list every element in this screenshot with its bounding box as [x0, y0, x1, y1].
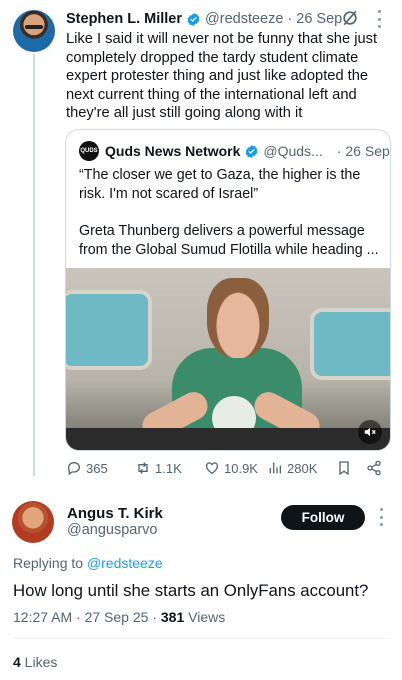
follow-button[interactable]: Follow: [281, 505, 365, 530]
reply-views-count: 381: [160, 609, 185, 625]
thread-line: [33, 54, 35, 476]
mute-icon: [364, 427, 376, 437]
retweet-action[interactable]: 1.1K: [135, 458, 182, 478]
verified-badge-icon: [245, 144, 258, 158]
author-name[interactable]: Stephen L. Miller: [66, 11, 182, 27]
reply-count: 365: [86, 460, 108, 476]
grok-icon[interactable]: [340, 8, 360, 28]
avatar[interactable]: [12, 501, 54, 543]
action-bar: 365 1.1K 10.9K 280K: [66, 458, 392, 478]
reply-likes-count: 4: [13, 654, 21, 670]
author-handle[interactable]: @redsteeze: [205, 11, 283, 27]
share-icon[interactable]: [366, 458, 382, 478]
quote-text: “The closer we get to Gaza, the higher i…: [79, 167, 361, 202]
reply-text: How long until she starts an OnlyFans ac…: [13, 581, 369, 600]
window-left: [66, 290, 152, 370]
like-count: 10.9K: [224, 460, 258, 476]
separator: ·: [336, 143, 342, 159]
more-icon[interactable]: [378, 508, 384, 526]
reply-likes-label: Likes: [20, 654, 58, 670]
reply-icon: [67, 461, 81, 476]
separator: ·: [287, 11, 293, 27]
video-thumbnail[interactable]: [66, 268, 390, 450]
reply-action[interactable]: 365: [66, 458, 108, 478]
views-action[interactable]: 280K: [267, 458, 317, 478]
quote-author-name: Quds News Network: [105, 143, 241, 159]
reply-timestamp[interactable]: 12:27 AM · 27 Sep 25 ·: [13, 609, 161, 625]
avatar[interactable]: [13, 10, 55, 52]
quote-description: Greta Thunberg delivers a powerful messa…: [79, 223, 379, 258]
more-icon[interactable]: [376, 10, 382, 28]
mute-button[interactable]: [358, 420, 382, 444]
verified-badge-icon: [187, 12, 200, 26]
desk: [66, 428, 390, 450]
like-action[interactable]: 10.9K: [204, 458, 258, 478]
replying-to: Replying to @redsteeze: [13, 555, 163, 571]
reply-likes[interactable]: 4 Likes: [13, 654, 57, 670]
views-count: 280K: [287, 460, 318, 476]
tweet-text: Like I said it will never not be funny t…: [66, 31, 378, 121]
like-icon: [206, 462, 218, 475]
reply-author-name[interactable]: Angus T. Kirk: [67, 505, 163, 522]
divider: [13, 638, 390, 639]
reply-author-handle[interactable]: @angusparvo: [67, 522, 158, 538]
window-right: [310, 308, 390, 380]
reply-meta: 12:27 AM · 27 Sep 25 · 381 Views: [13, 609, 225, 625]
replying-to-handle[interactable]: @redsteeze: [87, 555, 163, 571]
quote-header: QUDS Quds News Network @Quds... · 26 Sep: [79, 141, 390, 161]
retweet-icon: [138, 462, 148, 474]
bookmark-icon[interactable]: [336, 458, 352, 478]
person-head: [207, 278, 269, 358]
views-icon: [269, 462, 281, 474]
quote-time: 26 Sep: [345, 143, 390, 159]
quoted-tweet[interactable]: QUDS Quds News Network @Quds... · 26 Sep…: [65, 129, 391, 451]
tweet-time[interactable]: 26 Sep: [296, 11, 342, 27]
reply-views-label: Views: [184, 609, 226, 625]
replying-to-label: Replying to: [13, 555, 84, 571]
retweet-count: 1.1K: [155, 460, 182, 476]
quote-avatar: QUDS: [79, 141, 99, 161]
quote-author-handle: @Quds...: [263, 143, 323, 159]
